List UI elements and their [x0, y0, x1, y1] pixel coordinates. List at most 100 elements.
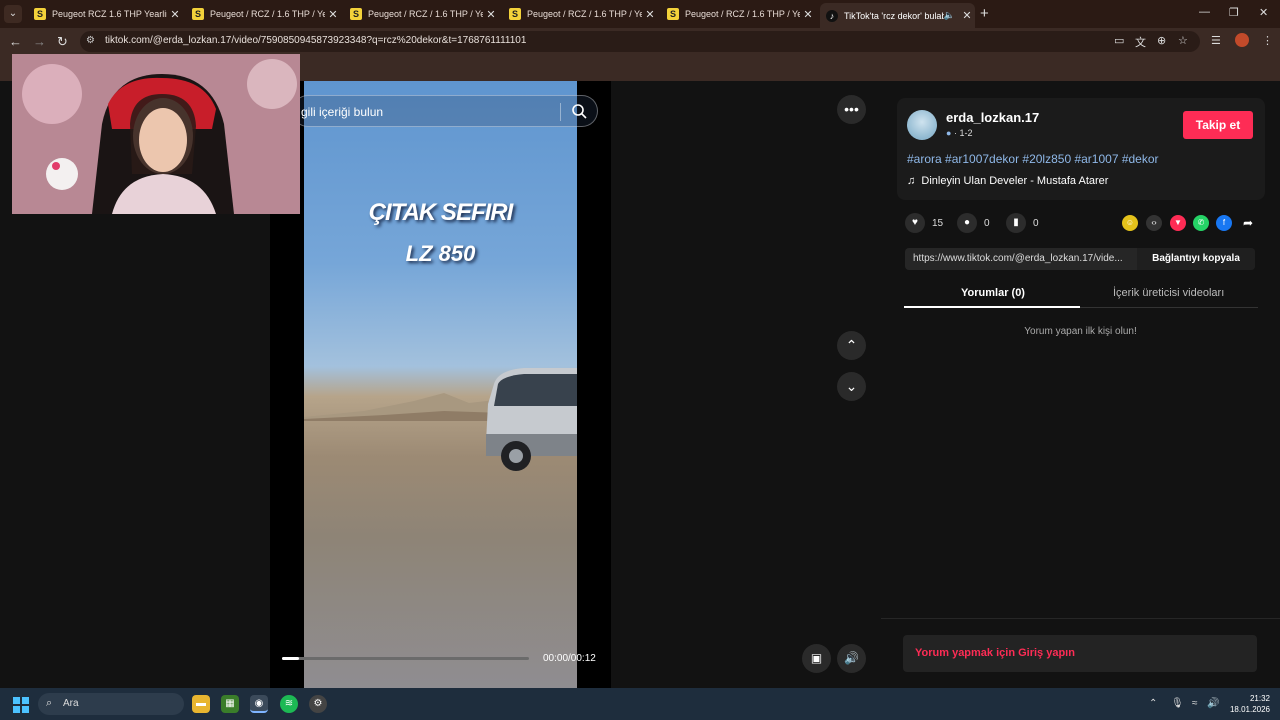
- search-icon[interactable]: [571, 103, 587, 119]
- send-icon[interactable]: ▼: [1170, 215, 1186, 231]
- tab-title: Peugeot RCZ 1.6 THP Yearling: [52, 9, 167, 19]
- video-progress-fill: [282, 657, 300, 660]
- chrome-icon[interactable]: ◉: [250, 695, 268, 713]
- video-overlay-title: ÇITAK SEFIRI: [368, 199, 514, 226]
- creator-avatar[interactable]: [907, 110, 937, 140]
- browser-tab[interactable]: S Peugeot RCZ 1.6 THP Yearling ✕: [28, 3, 183, 25]
- bookmark-icon[interactable]: ▮: [1006, 213, 1026, 233]
- like-count: 15: [932, 217, 944, 229]
- reading-list-icon[interactable]: ☰: [1211, 34, 1221, 47]
- volume-icon[interactable]: 🔊: [837, 644, 866, 673]
- file-explorer-icon[interactable]: ▬: [192, 695, 210, 713]
- login-to-comment[interactable]: Yorum yapmak için Giriş yapın: [903, 635, 1257, 672]
- taskbar-search-label: Ara: [63, 698, 79, 709]
- forward-icon[interactable]: →: [33, 34, 46, 49]
- hashtags[interactable]: #arora #ar1007dekor #20lz850 #ar1007 #de…: [907, 152, 1159, 166]
- browser-toolbar: ← → ↻ ⚙ tiktok.com/@erda_lozkan.17/video…: [0, 28, 1280, 55]
- tray-overflow-icon[interactable]: ⌃: [1149, 698, 1157, 709]
- tab-close-icon[interactable]: ✕: [959, 9, 975, 22]
- tab-close-icon[interactable]: ✕: [483, 8, 499, 21]
- login-prompt-text: Yorum yapmak için Giriş yapın: [915, 647, 1075, 659]
- globe-icon: ●: [946, 128, 952, 138]
- tiktok-favicon-icon: ♪: [826, 9, 838, 22]
- tab-close-icon[interactable]: ✕: [800, 8, 816, 21]
- reload-icon[interactable]: ↻: [57, 34, 68, 50]
- start-icon[interactable]: [13, 697, 29, 713]
- taskbar-clock[interactable]: 21:32 18.01.2026: [1226, 693, 1270, 715]
- emoji-share-icon[interactable]: ☺: [1122, 215, 1138, 231]
- next-video-chevron-down-icon[interactable]: ⌄: [837, 372, 866, 401]
- taskbar-search[interactable]: ⌕ Ara: [38, 693, 184, 715]
- share-arrow-icon[interactable]: ➦: [1240, 215, 1256, 231]
- facebook-icon[interactable]: f: [1216, 215, 1232, 231]
- music-note-icon: ♫: [907, 175, 916, 187]
- tab-comments[interactable]: Yorumlar (0): [961, 287, 1025, 299]
- search-bar[interactable]: gili içeriği bulun: [292, 95, 598, 127]
- browser-menu-icon[interactable]: ⋮: [1262, 34, 1273, 47]
- tab-close-icon[interactable]: ✕: [642, 8, 658, 21]
- pip-icon[interactable]: ▣: [802, 644, 831, 673]
- tab-close-icon[interactable]: ✕: [167, 8, 183, 21]
- minimize-icon[interactable]: —: [1199, 6, 1210, 18]
- browser-tab[interactable]: S Peugeot / RCZ / 1.6 THP / Yearl ✕: [186, 3, 341, 25]
- music-line[interactable]: ♫ Dinleyin Ulan Develer - Mustafa Atarer: [907, 175, 1108, 187]
- speaker-icon[interactable]: 🔈: [944, 10, 955, 21]
- follow-button[interactable]: Takip et: [1183, 111, 1253, 139]
- bookmark-star-icon[interactable]: ☆: [1178, 34, 1188, 47]
- video-player[interactable]: ÇITAK SEFIRI LZ 850: [304, 81, 577, 688]
- speaker-icon[interactable]: 🔊: [1207, 698, 1219, 709]
- back-icon[interactable]: ←: [9, 34, 22, 49]
- browser-tab[interactable]: S Peugeot / RCZ / 1.6 THP / Yearl ✕: [661, 3, 816, 25]
- previous-video-chevron-up-icon[interactable]: ⌃: [837, 331, 866, 360]
- address-bar[interactable]: ⚙ tiktok.com/@erda_lozkan.17/video/75908…: [80, 31, 1200, 52]
- video-overlay-subtitle: LZ 850: [405, 241, 476, 266]
- webcam-overlay-image: [12, 54, 300, 214]
- cast-icon[interactable]: ▭: [1114, 34, 1124, 47]
- search-placeholder: gili içeriği bulun: [301, 105, 384, 119]
- tab-title: Peugeot / RCZ / 1.6 THP / Yearl: [527, 9, 642, 19]
- browser-tab[interactable]: S Peugeot / RCZ / 1.6 THP / Yearl ✕: [344, 3, 499, 25]
- tab-creator-videos[interactable]: İçerik üreticisi videoları: [1113, 287, 1224, 299]
- url-text: tiktok.com/@erda_lozkan.17/video/7590850…: [105, 35, 527, 46]
- microphone-icon[interactable]: 🎙: [1171, 698, 1184, 709]
- comment-count: 0: [984, 217, 990, 229]
- browser-tab[interactable]: S Peugeot / RCZ / 1.6 THP / Yearl ✕: [503, 3, 658, 25]
- site-favicon-icon: S: [350, 8, 362, 20]
- wifi-icon[interactable]: ≈: [1192, 698, 1198, 709]
- creator-meta: ● · 1-2: [946, 128, 972, 138]
- video-time: 00:00/00:12: [543, 653, 596, 664]
- heart-icon[interactable]: ♥: [905, 213, 925, 233]
- video-progress-bar[interactable]: [282, 657, 529, 660]
- comment-stat[interactable]: ● 0: [957, 213, 990, 233]
- spotify-icon[interactable]: ≋: [280, 695, 298, 713]
- zoom-icon[interactable]: ⊕: [1157, 34, 1166, 47]
- tab-search-icon[interactable]: ⌄: [4, 5, 22, 23]
- van-graphic: [486, 368, 577, 471]
- site-favicon-icon: S: [192, 8, 204, 20]
- like-stat[interactable]: ♥ 15: [905, 213, 943, 233]
- save-stat[interactable]: ▮ 0: [1006, 213, 1039, 233]
- browser-tab-active[interactable]: ♪ TikTok'ta 'rcz dekor' bulabil 🔈 ✕: [820, 3, 975, 28]
- restore-icon[interactable]: ❐: [1229, 6, 1239, 19]
- more-options-icon[interactable]: •••: [837, 95, 866, 124]
- copy-link-button[interactable]: Bağlantıyı kopyala: [1137, 248, 1255, 270]
- profile-avatar[interactable]: [1235, 33, 1249, 47]
- translate-icon[interactable]: 文: [1135, 34, 1146, 50]
- tab-title: Peugeot / RCZ / 1.6 THP / Yearl: [685, 9, 800, 19]
- site-info-icon[interactable]: ⚙: [86, 35, 99, 48]
- site-favicon-icon: S: [34, 8, 46, 20]
- app-icon[interactable]: ⚙: [309, 695, 327, 713]
- windows-taskbar: ⌕ Ara ▬ ▦ ◉ ≋ ⚙ ⌃ 🎙 ≈ 🔊: [0, 688, 1280, 720]
- embed-icon[interactable]: ‹›: [1146, 215, 1162, 231]
- tab-close-icon[interactable]: ✕: [325, 8, 341, 21]
- tab-active-indicator: [904, 306, 1080, 308]
- video-link[interactable]: https://www.tiktok.com/@erda_lozkan.17/v…: [913, 253, 1139, 264]
- minecraft-icon[interactable]: ▦: [221, 695, 239, 713]
- save-count: 0: [1033, 217, 1039, 229]
- whatsapp-icon[interactable]: ✆: [1193, 215, 1209, 231]
- comment-icon[interactable]: ●: [957, 213, 977, 233]
- panel-divider: [881, 618, 1280, 619]
- close-window-icon[interactable]: ✕: [1259, 6, 1268, 19]
- new-tab-button[interactable]: +: [980, 5, 989, 22]
- creator-username[interactable]: erda_lozkan.17: [946, 110, 1039, 125]
